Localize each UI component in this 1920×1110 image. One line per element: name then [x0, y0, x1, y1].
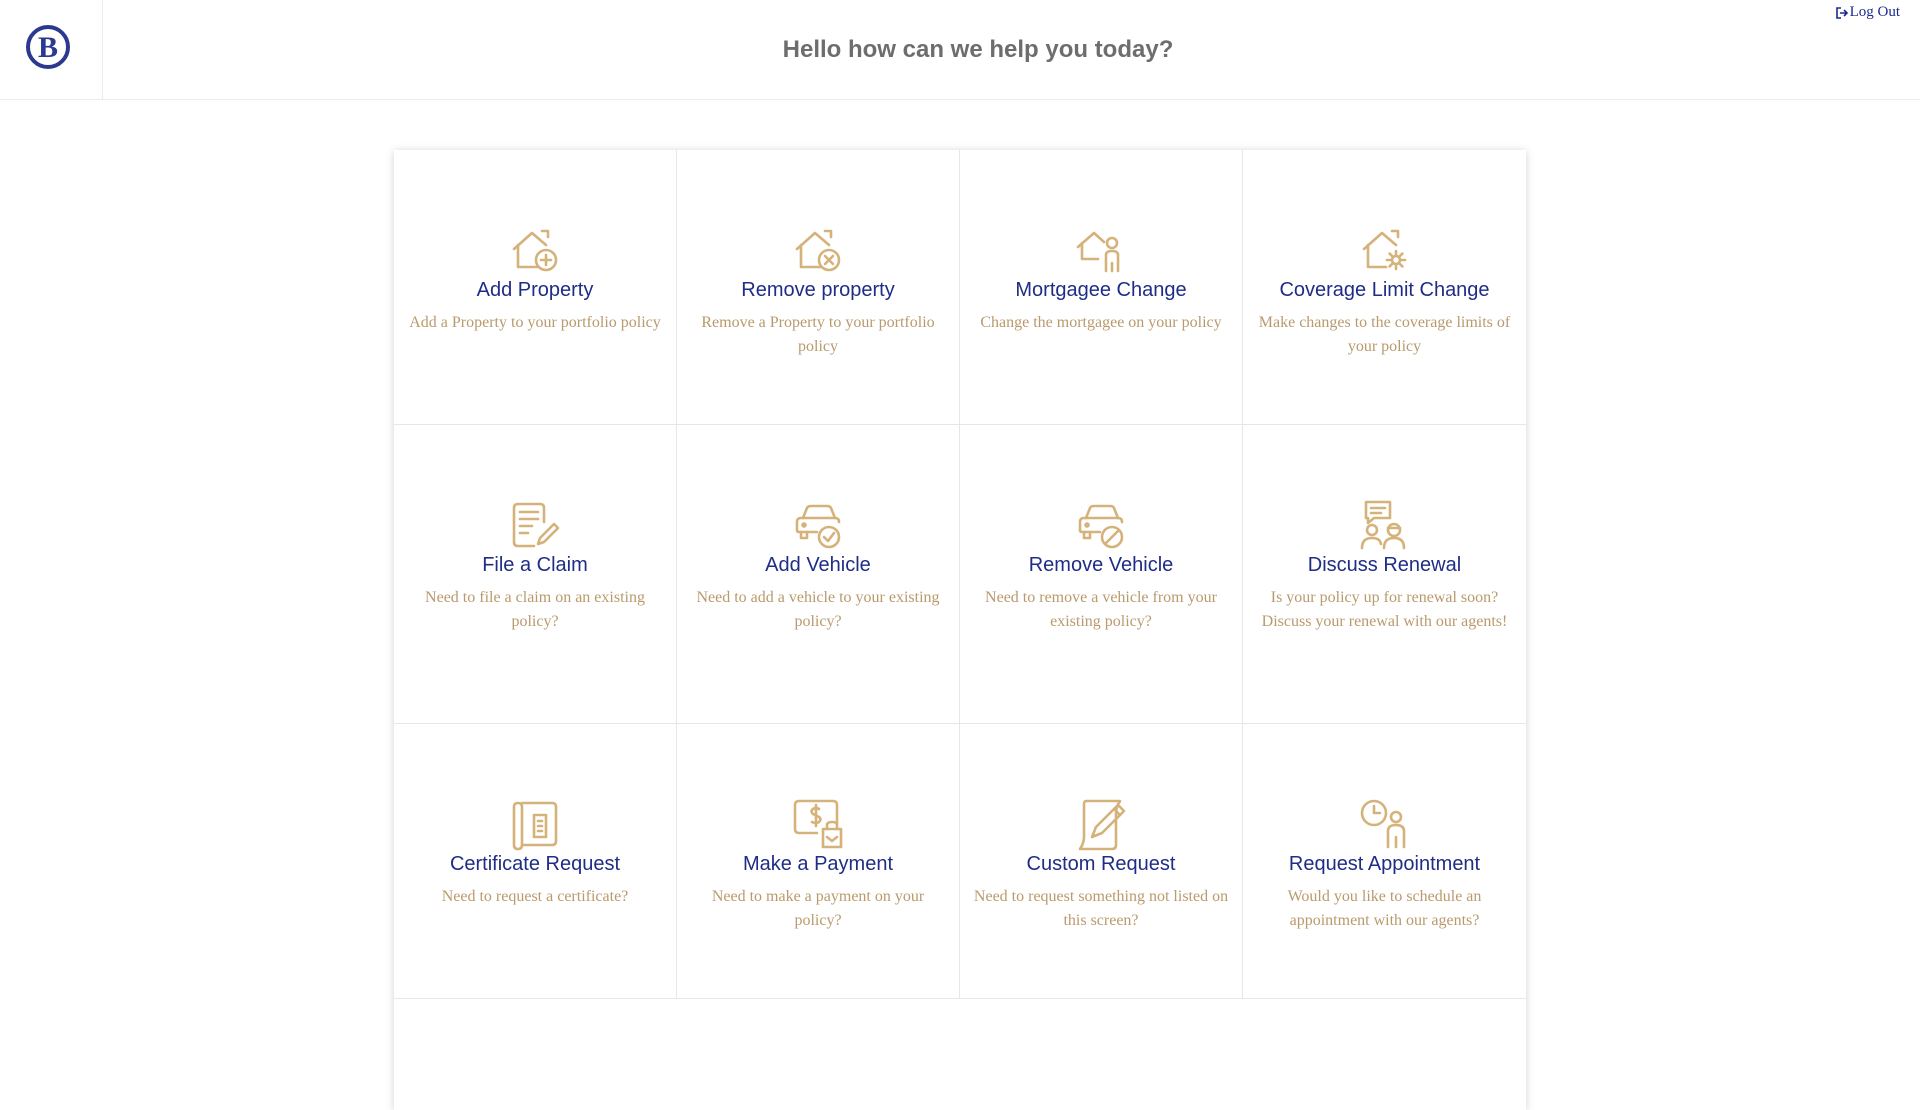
logout-label: Log Out — [1849, 4, 1900, 20]
logout-button[interactable]: Log Out — [1835, 4, 1900, 21]
card-title: Add Property — [476, 279, 594, 301]
card-description: Make changes to the coverage limits of y… — [1258, 314, 1511, 355]
make-payment-card[interactable]: Make a Payment Need to make a payment on… — [677, 724, 960, 999]
card-title: Add Vehicle — [765, 554, 871, 576]
custom-request-card[interactable]: Custom Request Need to request something… — [960, 724, 1243, 999]
house-person-icon — [1074, 223, 1128, 277]
card-description: Need to file a claim on an existing poli… — [425, 589, 645, 630]
add-property-card[interactable]: Add Property Add a Property to your port… — [394, 150, 677, 425]
card-description: Is your policy up for renewal soon? Disc… — [1261, 589, 1508, 630]
file-claim-card[interactable]: File a Claim Need to file a claim on an … — [394, 425, 677, 724]
header: B Hello how can we help you today? Log O… — [0, 0, 1920, 100]
card-title: Discuss Renewal — [1307, 554, 1462, 576]
house-gear-icon — [1358, 223, 1412, 277]
card-title: Mortgagee Change — [1015, 279, 1187, 301]
payment-icon — [791, 797, 845, 851]
card-title: Custom Request — [1026, 853, 1176, 875]
card-title: Certificate Request — [449, 853, 621, 875]
services-panel: Add Property Add a Property to your port… — [394, 150, 1526, 1110]
page-title: Hello how can we help you today? — [782, 36, 1174, 63]
house-remove-icon — [791, 223, 845, 277]
note-pencil-icon — [1074, 797, 1128, 851]
car-ban-icon — [1074, 498, 1128, 552]
card-description: Would you like to schedule an appointmen… — [1287, 888, 1482, 929]
document-pen-icon — [508, 498, 562, 552]
certificate-request-card[interactable]: Certificate Request Need to request a ce… — [394, 724, 677, 999]
card-description: Need to add a vehicle to your existing p… — [696, 589, 940, 630]
house-plus-icon — [508, 223, 562, 277]
card-description: Need to make a payment on your policy? — [711, 888, 925, 929]
mortgagee-change-card[interactable]: Mortgagee Change Change the mortgagee on… — [960, 150, 1243, 425]
agents-chat-icon — [1358, 498, 1412, 552]
card-description: Change the mortgagee on your policy — [980, 314, 1222, 331]
add-vehicle-card[interactable]: Add Vehicle Need to add a vehicle to you… — [677, 425, 960, 724]
card-description: Need to request a certificate? — [441, 888, 629, 905]
discuss-renewal-card[interactable]: Discuss Renewal Is your policy up for re… — [1243, 425, 1526, 724]
card-description: Add a Property to your portfolio policy — [409, 314, 661, 331]
card-title: Coverage Limit Change — [1279, 279, 1490, 301]
request-appointment-card[interactable]: Request Appointment Would you like to sc… — [1243, 724, 1526, 999]
card-title: Remove Vehicle — [1028, 554, 1174, 576]
services-grid: Add Property Add a Property to your port… — [394, 150, 1526, 999]
sign-out-icon — [1835, 6, 1849, 20]
card-title: Make a Payment — [742, 853, 894, 875]
card-description: Remove a Property to your portfolio poli… — [701, 314, 935, 355]
card-title: Request Appointment — [1288, 853, 1481, 875]
car-check-icon — [791, 498, 845, 552]
remove-property-card[interactable]: Remove property Remove a Property to you… — [677, 150, 960, 425]
remove-vehicle-card[interactable]: Remove Vehicle Need to remove a vehicle … — [960, 425, 1243, 724]
card-title: Remove property — [741, 279, 895, 301]
card-title: File a Claim — [482, 554, 588, 576]
card-description: Need to remove a vehicle from your exist… — [985, 589, 1217, 630]
card-description: Need to request something not listed on … — [973, 888, 1229, 929]
certificate-scroll-icon — [508, 797, 562, 851]
coverage-limit-change-card[interactable]: Coverage Limit Change Make changes to th… — [1243, 150, 1526, 425]
clock-person-icon — [1358, 797, 1412, 851]
